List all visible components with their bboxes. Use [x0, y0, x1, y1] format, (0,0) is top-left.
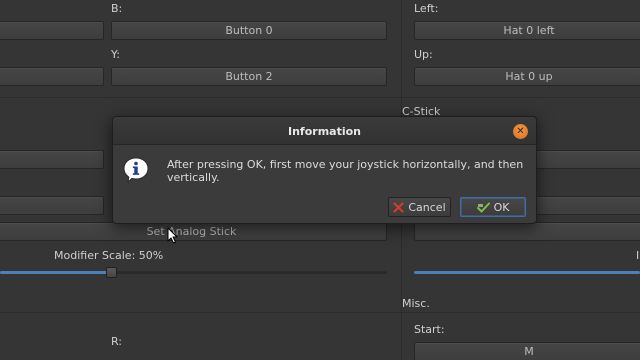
label-left: Left: — [414, 2, 439, 15]
button-left-row3[interactable] — [0, 150, 104, 169]
ok-button[interactable]: OK — [460, 197, 526, 217]
modifier-scale-fill — [0, 271, 110, 274]
button-left-row4[interactable] — [0, 196, 104, 215]
mouse-cursor-icon — [167, 227, 178, 244]
misc-label: Misc. — [402, 297, 430, 310]
dialog-titlebar: Information ✕ — [113, 117, 536, 145]
button-0[interactable]: Button 0 — [111, 21, 387, 40]
button-2[interactable]: Button 2 — [111, 67, 387, 86]
label-y: Y: — [111, 48, 120, 61]
right-slider-fill — [414, 271, 640, 274]
label-start: Start: — [414, 323, 445, 336]
separator-horizontal — [0, 97, 640, 98]
separator-horizontal — [0, 312, 640, 313]
modifier-scale-handle[interactable] — [106, 267, 117, 278]
information-dialog: Information ✕ After pressing OK, first m… — [112, 116, 537, 224]
hat-0-up-button[interactable]: Hat 0 up — [414, 67, 640, 86]
right-slider-label-fragment: I — [636, 249, 640, 262]
ok-icon — [476, 202, 490, 213]
button-left-row2[interactable] — [0, 67, 104, 86]
dialog-message: After pressing OK, first move your joyst… — [167, 158, 524, 184]
ok-label: OK — [493, 200, 510, 214]
cancel-label: Cancel — [408, 200, 446, 214]
label-b: B: — [111, 2, 123, 15]
right-analog-button[interactable] — [414, 222, 640, 241]
set-analog-stick-button[interactable]: Set Analog Stick — [0, 222, 387, 241]
label-up: Up: — [414, 48, 433, 61]
hat-0-left-button[interactable]: Hat 0 left — [414, 21, 640, 40]
cancel-button[interactable]: Cancel — [388, 197, 451, 217]
m-button[interactable]: M — [414, 342, 640, 360]
label-r: R: — [111, 335, 123, 348]
modifier-scale-label: Modifier Scale: 50% — [54, 249, 164, 262]
dialog-title: Information — [288, 125, 361, 138]
close-icon[interactable]: ✕ — [513, 124, 528, 139]
info-icon — [123, 157, 149, 183]
button-left-row1[interactable] — [0, 21, 104, 40]
cancel-icon — [393, 201, 404, 213]
